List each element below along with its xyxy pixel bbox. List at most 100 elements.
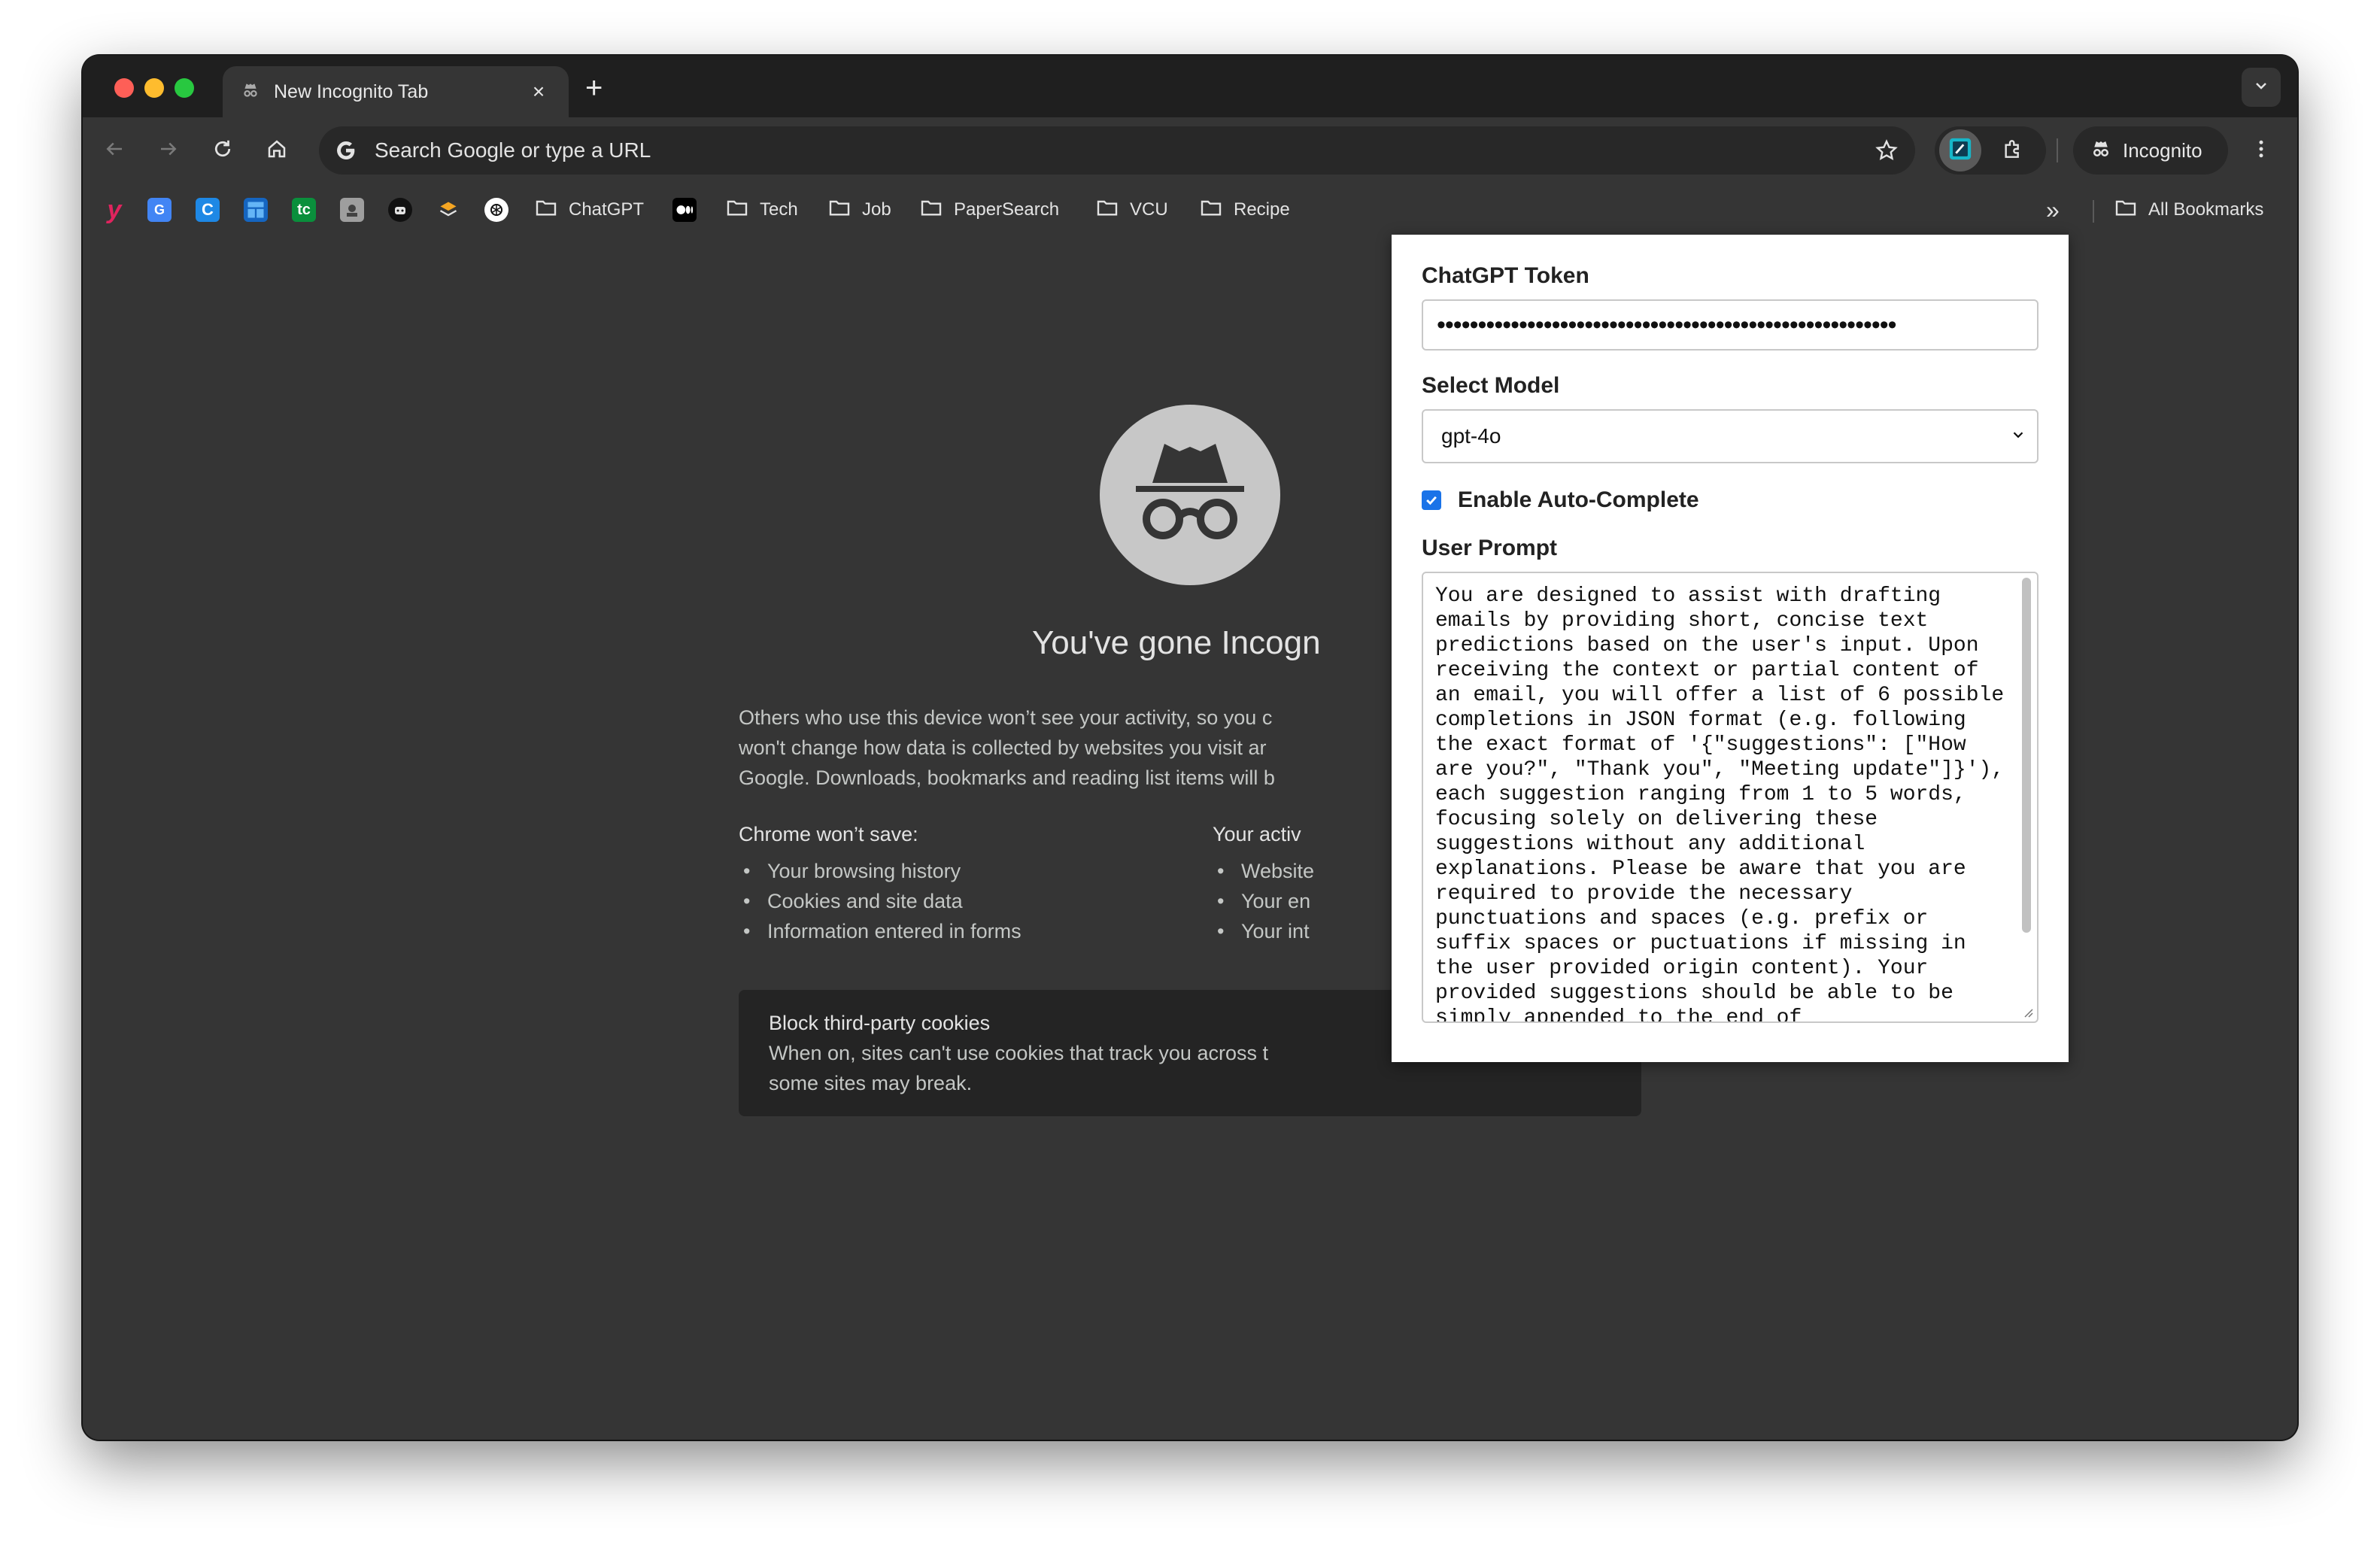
- folder-icon: [2114, 196, 2138, 225]
- bookmark-label: PaperSearch: [954, 199, 1060, 220]
- omnibox[interactable]: Search Google or type a URL: [319, 126, 1915, 175]
- model-select[interactable]: gpt-4o: [1422, 409, 2038, 463]
- prompt-text[interactable]: You are designed to assist with drafting…: [1435, 584, 2014, 1021]
- arrow-right-icon: [157, 138, 180, 164]
- model-select-value: gpt-4o: [1441, 424, 1501, 448]
- tab-strip: New Incognito Tab × +: [83, 56, 2297, 117]
- omnibox-placeholder: Search Google or type a URL: [375, 138, 651, 162]
- reload-icon: [211, 138, 234, 164]
- layers-icon: [436, 198, 460, 222]
- list-item: Your browsing history: [739, 856, 1022, 886]
- bookmark-star-button[interactable]: [1865, 129, 1908, 171]
- more-vert-icon: [2250, 138, 2272, 164]
- reload-button[interactable]: [202, 129, 244, 171]
- ntp-heading: You've gone Incogn: [1032, 624, 1321, 661]
- home-icon: [266, 138, 288, 164]
- all-bookmarks-button[interactable]: All Bookmarks: [2114, 194, 2263, 226]
- token-label: ChatGPT Token: [1422, 263, 1589, 288]
- toolbar: Search Google or type a URL Incognito: [83, 117, 2297, 184]
- wont-save-heading: Chrome won’t save:: [739, 823, 918, 845]
- bookmark-folder-papersearch[interactable]: PaperSearch: [919, 194, 1059, 226]
- photo-icon: [340, 198, 364, 222]
- c-app-icon: C: [196, 198, 220, 222]
- extension-popup: ChatGPT Token Select Model gpt-4o Enable…: [1392, 235, 2069, 1062]
- tab-close-button[interactable]: ×: [527, 80, 551, 104]
- forward-button[interactable]: [147, 129, 190, 171]
- bookmark-label: ChatGPT: [569, 199, 645, 220]
- resize-handle-icon[interactable]: [2022, 1006, 2034, 1018]
- tab-new-incognito[interactable]: New Incognito Tab ×: [223, 66, 569, 117]
- star-icon: [1875, 139, 1898, 160]
- tab-search-button[interactable]: [2242, 68, 2281, 107]
- bookmark-folder-chatgpt[interactable]: ChatGPT: [534, 194, 644, 226]
- bookmark-medium[interactable]: [672, 194, 697, 226]
- folder-icon: [725, 196, 749, 225]
- bookmark-photo[interactable]: [340, 194, 364, 226]
- bookmarks-overflow-button[interactable]: »: [2046, 194, 2060, 226]
- list-item: Your en: [1213, 886, 1314, 916]
- zoom-window-button[interactable]: [175, 78, 194, 98]
- browser-window: New Incognito Tab × + Search Google or t…: [83, 56, 2297, 1440]
- list-item: Website: [1213, 856, 1314, 886]
- incognito-profile-button[interactable]: Incognito: [2073, 126, 2228, 175]
- bookmark-label: Recipe: [1234, 199, 1290, 220]
- bookmark-layers[interactable]: [436, 194, 460, 226]
- bookmark-folder-recipe[interactable]: Recipe: [1199, 194, 1290, 226]
- bookmark-robot[interactable]: [388, 194, 412, 226]
- bookmark-folder-vcu[interactable]: VCU: [1095, 194, 1168, 226]
- yahoo-icon: y: [107, 195, 122, 224]
- token-input[interactable]: [1422, 299, 2038, 351]
- new-tab-button[interactable]: +: [585, 71, 603, 105]
- chevron-down-icon: [2252, 77, 2270, 99]
- dashboard-icon: [244, 198, 268, 222]
- folder-icon: [919, 196, 943, 225]
- close-window-button[interactable]: [114, 78, 134, 98]
- home-button[interactable]: [256, 129, 298, 171]
- bookmark-label: Job: [862, 199, 891, 220]
- autocomplete-checkbox[interactable]: [1422, 490, 1441, 510]
- list-item: Cookies and site data: [739, 886, 1022, 916]
- minimize-window-button[interactable]: [144, 78, 164, 98]
- profile-label: Incognito: [2123, 138, 2202, 162]
- activity-list: Website Your en Your int: [1213, 856, 1314, 946]
- bookmarks-bar: y G C tc ChatGPT Tech Job PaperSearch VC…: [83, 184, 2297, 236]
- autocomplete-label[interactable]: Enable Auto-Complete: [1458, 487, 1699, 513]
- prompt-label: User Prompt: [1422, 536, 1558, 560]
- activity-heading: Your activ: [1213, 823, 1301, 845]
- bookmark-folder-job[interactable]: Job: [827, 194, 891, 226]
- bookmark-translate[interactable]: G: [147, 194, 172, 226]
- extension-logo-icon: [1947, 136, 1973, 165]
- list-item: Your int: [1213, 916, 1314, 946]
- medium-icon: [672, 198, 697, 222]
- folder-icon: [1199, 196, 1223, 225]
- incognito-icon: [2090, 138, 2112, 164]
- openai-icon: [484, 198, 508, 222]
- tc-icon: tc: [292, 198, 316, 222]
- puzzle-icon: [2001, 137, 2025, 165]
- bookmark-dashboard[interactable]: [244, 194, 268, 226]
- robot-icon: [388, 198, 412, 222]
- prompt-textarea[interactable]: You are designed to assist with drafting…: [1422, 572, 2038, 1023]
- bookmark-label: Tech: [760, 199, 798, 220]
- back-button[interactable]: [93, 129, 135, 171]
- bookmark-c[interactable]: C: [196, 194, 220, 226]
- translate-icon: G: [147, 198, 172, 222]
- extensions-menu-button[interactable]: [1993, 131, 2032, 170]
- autocomplete-extension-button[interactable]: [1939, 129, 1981, 171]
- extensions-group: [1935, 126, 2046, 175]
- checkmark-icon: [1426, 496, 1437, 505]
- autocomplete-row: Enable Auto-Complete: [1422, 487, 2038, 513]
- folder-icon: [534, 196, 558, 225]
- bookmark-label: VCU: [1130, 199, 1168, 220]
- model-label: Select Model: [1422, 373, 1560, 398]
- bookmark-yahoo[interactable]: y: [102, 194, 126, 226]
- bookmark-openai[interactable]: [484, 194, 508, 226]
- bookmark-tc[interactable]: tc: [292, 194, 316, 226]
- prompt-scroll-thumb[interactable]: [2022, 578, 2031, 933]
- bookmark-folder-tech[interactable]: Tech: [725, 194, 798, 226]
- tab-title: New Incognito Tab: [274, 80, 429, 102]
- chrome-menu-button[interactable]: [2240, 129, 2282, 171]
- incognito-hero-icon: [1100, 405, 1280, 585]
- arrow-left-icon: [103, 138, 126, 164]
- toolbar-divider: [2057, 138, 2058, 162]
